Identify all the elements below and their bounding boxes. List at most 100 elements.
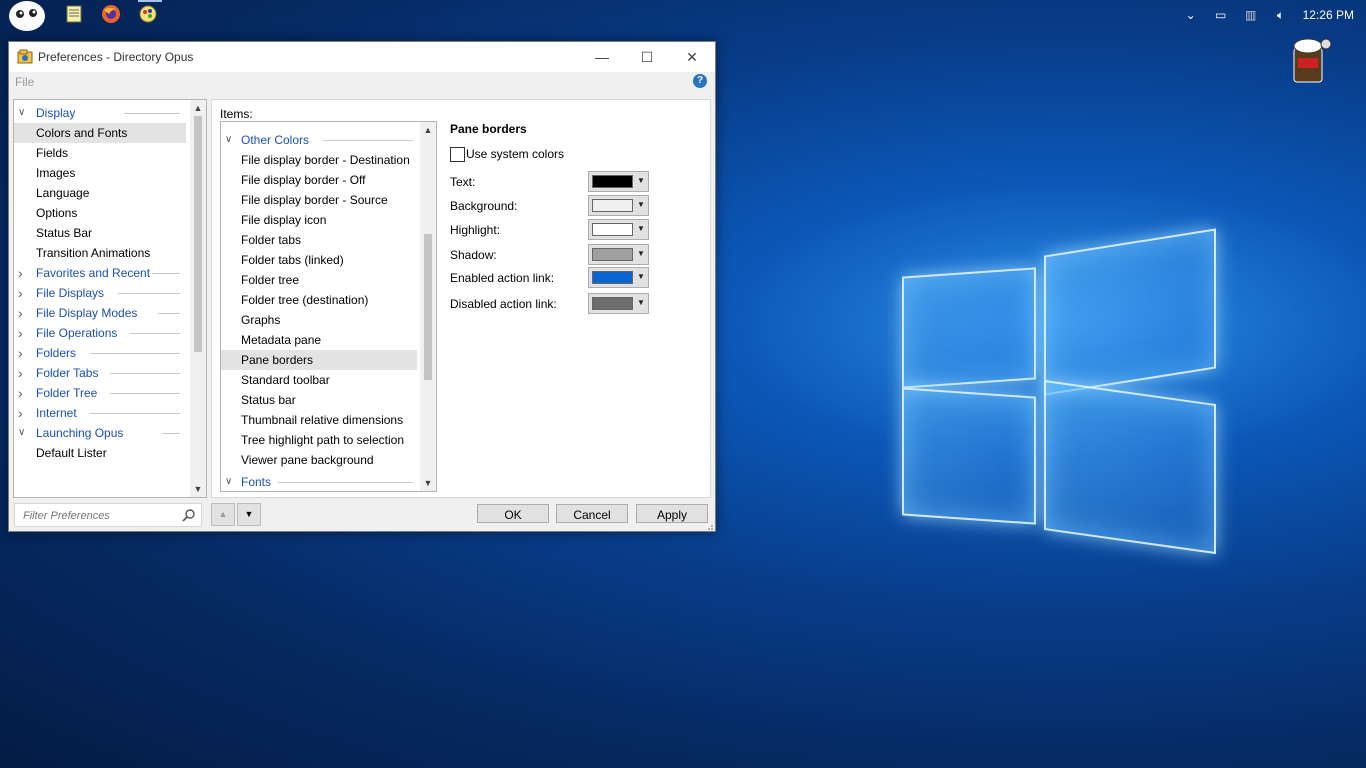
items-list-item[interactable]: Standard toolbar — [221, 370, 417, 390]
help-icon[interactable]: ? — [693, 74, 707, 88]
chevron-right-icon[interactable]: › — [18, 363, 28, 383]
items-list-item[interactable]: Metadata pane — [221, 330, 417, 350]
tree-item[interactable]: › File Displays — [14, 283, 186, 303]
close-button[interactable]: ✕ — [669, 42, 715, 72]
scrollbar-thumb[interactable] — [194, 116, 202, 352]
maximize-button[interactable]: ☐ — [624, 42, 670, 72]
scroll-up-arrow-icon[interactable]: ▲ — [190, 100, 206, 116]
tree-item[interactable]: Colors and Fonts — [14, 123, 186, 143]
tree-item[interactable]: Images — [14, 163, 186, 183]
window-title: Preferences - Directory Opus — [38, 50, 194, 64]
chevron-right-icon[interactable]: › — [18, 323, 28, 343]
items-list-item-label: Folder tree (destination) — [241, 293, 369, 307]
notepad-icon[interactable] — [64, 4, 86, 26]
color-picker-button[interactable]: ▼ — [588, 267, 649, 288]
color-setting-label: Disabled action link: — [450, 297, 557, 311]
chevron-down-icon[interactable]: ∨ — [18, 103, 28, 123]
scrollbar-thumb[interactable] — [424, 234, 432, 380]
filter-input[interactable] — [21, 507, 180, 525]
chevron-down-icon[interactable]: ∨ — [225, 130, 235, 150]
tree-item[interactable]: › File Display Modes — [14, 303, 186, 323]
chevron-right-icon[interactable]: › — [18, 303, 28, 323]
items-list-item[interactable]: Graphs — [221, 310, 417, 330]
items-list-item[interactable]: Folder tree (destination) — [221, 290, 417, 310]
menu-file[interactable]: File — [15, 75, 34, 89]
move-up-button[interactable]: ▲ — [211, 503, 235, 526]
title-bar[interactable]: Preferences - Directory Opus — ☐ ✕ — [9, 42, 715, 72]
filter-box — [14, 503, 202, 527]
color-picker-button[interactable]: ▼ — [588, 244, 649, 265]
tree-item[interactable]: › Favorites and Recent — [14, 263, 186, 283]
items-list-item[interactable]: Tree highlight path to selection — [221, 430, 417, 450]
items-list-item-label: Folder tabs — [241, 233, 302, 247]
move-down-button[interactable]: ▼ — [237, 503, 261, 526]
dropdown-arrow-icon: ▼ — [637, 200, 645, 209]
items-list-item[interactable]: Folder tabs (linked) — [221, 250, 417, 270]
search-icon[interactable] — [182, 508, 196, 522]
clock[interactable]: 12:26 PM — [1303, 8, 1354, 22]
tree-item[interactable]: › File Operations — [14, 323, 186, 343]
items-list-item[interactable]: Viewer pane background — [221, 450, 417, 470]
chevron-right-icon[interactable]: › — [18, 343, 28, 363]
items-list-item[interactable]: ∨ Other Colors — [221, 130, 417, 150]
ok-button[interactable]: OK — [477, 504, 549, 523]
chevron-right-icon[interactable]: › — [18, 283, 28, 303]
items-list-item[interactable]: ∨ Fonts — [221, 472, 417, 491]
items-list-item[interactable]: File display border - Destination — [221, 150, 417, 170]
desktop-shortcut-icon[interactable] — [1286, 36, 1332, 86]
tree-item[interactable]: Language — [14, 183, 186, 203]
network-icon[interactable]: ▥ — [1243, 8, 1259, 22]
items-list-item[interactable]: Thumbnail relative dimensions — [221, 410, 417, 430]
tree-item[interactable]: ∨ Launching Opus — [14, 423, 186, 443]
items-list-item[interactable]: Folder tabs — [221, 230, 417, 250]
items-list-item[interactable]: File display border - Off — [221, 170, 417, 190]
battery-icon[interactable]: ▭ — [1213, 8, 1229, 22]
tree-item[interactable]: › Folder Tree — [14, 383, 186, 403]
ghost-app-icon[interactable] — [8, 0, 46, 32]
items-list-item[interactable]: File display icon — [221, 210, 417, 230]
items-list-item-label: File display border - Source — [241, 193, 388, 207]
tree-item[interactable]: Options — [14, 203, 186, 223]
color-picker-button[interactable]: ▼ — [588, 293, 649, 314]
apply-button[interactable]: Apply — [636, 504, 708, 523]
minimize-button[interactable]: — — [579, 42, 625, 72]
tree-item[interactable]: Transition Animations — [14, 243, 186, 263]
tree-item-label: Folder Tree — [36, 386, 98, 400]
firefox-icon[interactable] — [101, 4, 123, 26]
chevron-down-icon[interactable]: ∨ — [18, 423, 28, 443]
color-picker-button[interactable]: ▼ — [588, 171, 649, 192]
tree-item[interactable]: Fields — [14, 143, 186, 163]
volume-icon[interactable]: 🔈︎ — [1273, 8, 1289, 22]
items-list-item[interactable]: Status bar — [221, 390, 417, 410]
chevron-right-icon[interactable]: › — [18, 263, 28, 283]
items-list-item[interactable]: Folder tree — [221, 270, 417, 290]
tree-item[interactable]: › Folders — [14, 343, 186, 363]
chevron-down-icon[interactable]: ∨ — [225, 472, 235, 491]
paint-app-icon[interactable] — [138, 0, 162, 26]
scroll-down-arrow-icon[interactable]: ▼ — [420, 475, 436, 491]
tree-item[interactable]: Default Lister — [14, 443, 186, 463]
cancel-button[interactable]: Cancel — [556, 504, 628, 523]
use-system-colors-label[interactable]: Use system colors — [466, 147, 564, 161]
items-list[interactable]: ∨ Other Colors File display border - Desti… — [220, 121, 437, 492]
tree-item[interactable]: › Folder Tabs — [14, 363, 186, 383]
tree-scrollbar[interactable]: ▲ ▼ — [190, 100, 206, 497]
color-picker-button[interactable]: ▼ — [588, 195, 649, 216]
chevron-right-icon[interactable]: › — [18, 383, 28, 403]
color-setting-label: Background: — [450, 199, 518, 213]
scroll-down-arrow-icon[interactable]: ▼ — [190, 481, 206, 497]
color-picker-button[interactable]: ▼ — [588, 219, 649, 240]
items-scrollbar[interactable]: ▲ ▼ — [420, 122, 436, 491]
items-list-item[interactable]: Pane borders — [221, 350, 417, 370]
chevron-up-icon[interactable]: ⌄ — [1183, 8, 1199, 22]
resize-grip-icon[interactable] — [704, 520, 714, 530]
preferences-tree[interactable]: ∨ Display Colors and Fonts Fields Images Lang… — [13, 99, 207, 498]
tree-item[interactable]: › Internet — [14, 403, 186, 423]
tree-item[interactable]: ∨ Display — [14, 103, 186, 123]
tree-item[interactable]: Status Bar — [14, 223, 186, 243]
use-system-colors-checkbox[interactable] — [450, 147, 465, 162]
items-list-item[interactable]: File display border - Source — [221, 190, 417, 210]
scroll-up-arrow-icon[interactable]: ▲ — [420, 122, 436, 138]
category-divider — [162, 433, 180, 434]
chevron-right-icon[interactable]: › — [18, 403, 28, 423]
